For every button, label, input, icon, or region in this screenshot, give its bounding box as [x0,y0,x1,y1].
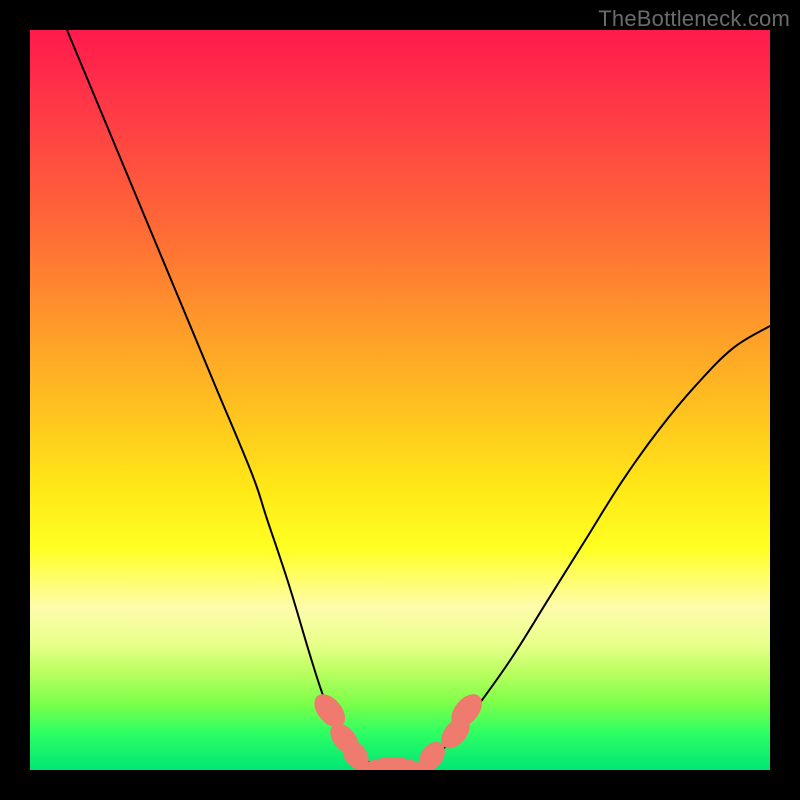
plot-area [30,30,770,770]
curve-marker [363,757,422,770]
curve-group [67,30,770,770]
chart-frame: TheBottleneck.com [0,0,800,800]
bottleneck-curve [67,30,770,770]
marker-group [308,688,488,770]
chart-svg [30,30,770,770]
watermark-text: TheBottleneck.com [598,6,790,32]
